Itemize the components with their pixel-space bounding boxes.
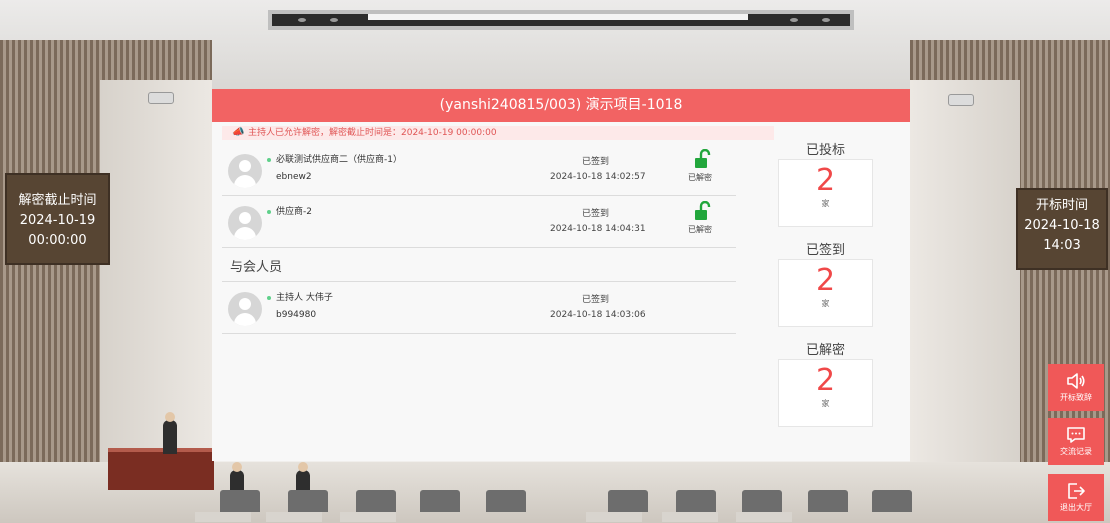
stat-value: 2 xyxy=(815,363,836,398)
stat-unit: 家 xyxy=(821,399,830,408)
stat-unit: 家 xyxy=(821,299,830,308)
host-figure xyxy=(163,420,177,454)
chair xyxy=(288,490,328,512)
stat-value: 2 xyxy=(815,263,836,298)
bid-opening-date: 2024-10-18 xyxy=(1024,218,1100,233)
online-dot-icon xyxy=(267,296,271,300)
stat-title-decrypt: 已解密 xyxy=(805,343,845,358)
bidder-name: 必联测试供应商二（供应商-1） xyxy=(276,155,402,165)
bidder-account: ebnew2 xyxy=(276,172,312,182)
ceiling-lamp xyxy=(790,18,798,22)
exit-hall-button[interactable]: 退出大厅 xyxy=(1048,474,1104,521)
chair xyxy=(586,512,642,522)
chat-log-label: 交流记录 xyxy=(1060,447,1092,456)
stat-title-signin: 已签到 xyxy=(805,243,845,258)
bid-hall-panel: (yanshi240815/003) 演示项目-1018 📣 主持人已允许解密，… xyxy=(212,89,910,461)
chair xyxy=(220,490,260,512)
attendees-title: 与会人员 xyxy=(230,260,283,275)
camera-icon xyxy=(148,92,174,104)
chair xyxy=(356,490,396,512)
ceiling-recess xyxy=(268,10,854,30)
chair xyxy=(808,490,848,512)
chair xyxy=(736,512,792,522)
chat-icon xyxy=(1067,427,1085,443)
megaphone-icon: 📣 xyxy=(232,127,245,138)
bid-opening-time: 14:03 xyxy=(1043,238,1081,253)
ceiling-light xyxy=(368,14,748,20)
chair xyxy=(662,512,718,522)
chair xyxy=(742,490,782,512)
opening-speech-label: 开标致辞 xyxy=(1060,393,1092,402)
signin-time: 2024-10-18 14:03:06 xyxy=(550,310,646,320)
bidder-row: 供应商-2 已签到 2024-10-18 14:04:31 已解密 xyxy=(222,196,736,248)
bid-opening-board: 开标时间 2024-10-18 14:03 xyxy=(1016,188,1108,270)
chair xyxy=(420,490,460,512)
signin-status: 已签到 xyxy=(582,157,610,167)
online-dot-icon xyxy=(267,210,271,214)
chair xyxy=(266,512,322,522)
chair xyxy=(676,490,716,512)
host-head xyxy=(165,412,175,422)
avatar xyxy=(228,292,262,326)
decrypt-status: 已解密 xyxy=(688,173,712,182)
ceiling-lamp xyxy=(298,18,306,22)
chair xyxy=(486,490,526,512)
stat-box-signin: 2 家 xyxy=(778,259,873,327)
stat-value: 2 xyxy=(815,163,836,198)
notice-text: 主持人已允许解密，解密截止时间是：2024-10-19 00:00:00 xyxy=(248,128,497,138)
decrypt-deadline-label: 解密截止时间 xyxy=(18,193,97,208)
audience-head xyxy=(232,462,242,472)
unlock-icon xyxy=(695,201,711,220)
stat-unit: 家 xyxy=(821,199,830,208)
avatar xyxy=(228,154,262,188)
chair xyxy=(872,490,912,512)
chair xyxy=(340,512,396,522)
attendee-account: b994980 xyxy=(276,310,317,320)
opening-speech-button[interactable]: 开标致辞 xyxy=(1048,364,1104,411)
left-wall-panel xyxy=(100,80,212,500)
exit-icon xyxy=(1068,483,1085,499)
speaker-icon xyxy=(1067,373,1085,389)
bid-opening-label: 开标时间 xyxy=(1035,198,1088,213)
attendee-row: 主持人 大伟子 b994980 已签到 2024-10-18 14:03:06 xyxy=(222,282,736,334)
stat-box-bid: 2 家 xyxy=(778,159,873,227)
decrypt-deadline-board: 解密截止时间 2024-10-19 00:00:00 xyxy=(5,173,110,265)
signin-status: 已签到 xyxy=(582,295,610,305)
decrypt-status: 已解密 xyxy=(688,225,712,234)
right-wall-panel xyxy=(910,80,1020,500)
decrypt-deadline-date: 2024-10-19 xyxy=(19,213,96,228)
podium xyxy=(108,448,214,490)
unlock-icon xyxy=(695,149,711,168)
attendee-name: 主持人 大伟子 xyxy=(276,293,333,303)
ceiling-lamp xyxy=(330,18,338,22)
signin-time: 2024-10-18 14:04:31 xyxy=(550,224,646,234)
chair xyxy=(195,512,251,522)
ceiling-lamp xyxy=(822,18,830,22)
exit-hall-label: 退出大厅 xyxy=(1060,503,1092,512)
decrypt-deadline-time: 00:00:00 xyxy=(28,233,87,248)
decrypt-notice: 📣 主持人已允许解密，解密截止时间是：2024-10-19 00:00:00 xyxy=(222,126,774,140)
avatar xyxy=(228,206,262,240)
bidder-row: 必联测试供应商二（供应商-1） ebnew2 已签到 2024-10-18 14… xyxy=(222,144,736,196)
bidder-name: 供应商-2 xyxy=(276,207,312,217)
camera-icon xyxy=(948,94,974,106)
online-dot-icon xyxy=(267,158,271,162)
audience-head xyxy=(298,462,308,472)
stat-box-decrypt: 2 家 xyxy=(778,359,873,427)
signin-time: 2024-10-18 14:02:57 xyxy=(550,172,646,182)
chat-log-button[interactable]: 交流记录 xyxy=(1048,418,1104,465)
stat-title-bid: 已投标 xyxy=(805,143,845,158)
project-title: (yanshi240815/003) 演示项目-1018 xyxy=(212,89,910,122)
chair xyxy=(608,490,648,512)
signin-status: 已签到 xyxy=(582,209,610,219)
